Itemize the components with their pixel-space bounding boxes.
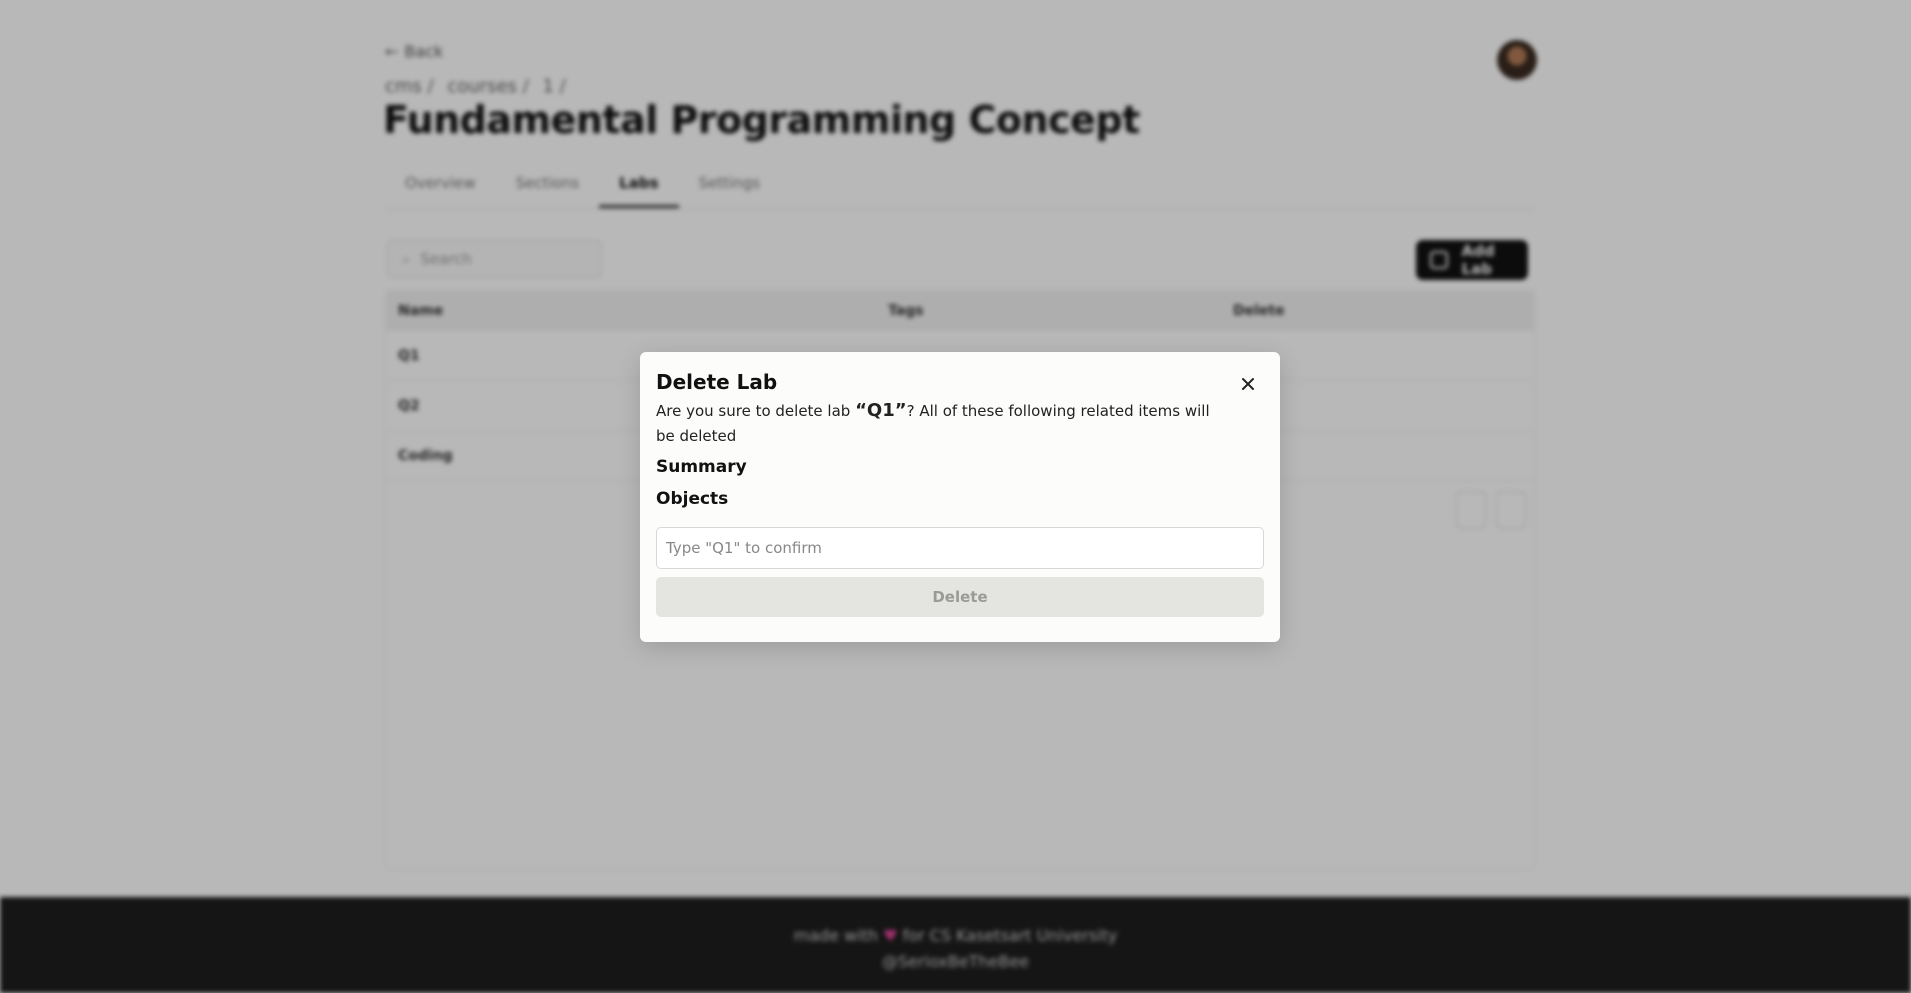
delete-lab-dialog: Delete Lab Are you sure to delete lab “Q…	[640, 352, 1280, 642]
dialog-message: Are you sure to delete lab “Q1”? All of …	[656, 398, 1216, 449]
delete-button[interactable]: Delete	[656, 577, 1264, 617]
message-before: Are you sure to delete lab	[656, 402, 856, 420]
close-icon[interactable]	[1238, 374, 1258, 394]
related-section-objects: Objects	[656, 489, 729, 509]
confirm-input[interactable]	[656, 527, 1264, 569]
dialog-title: Delete Lab	[656, 370, 778, 394]
lab-name: “Q1”	[855, 400, 907, 421]
related-section-summary: Summary	[656, 457, 747, 477]
